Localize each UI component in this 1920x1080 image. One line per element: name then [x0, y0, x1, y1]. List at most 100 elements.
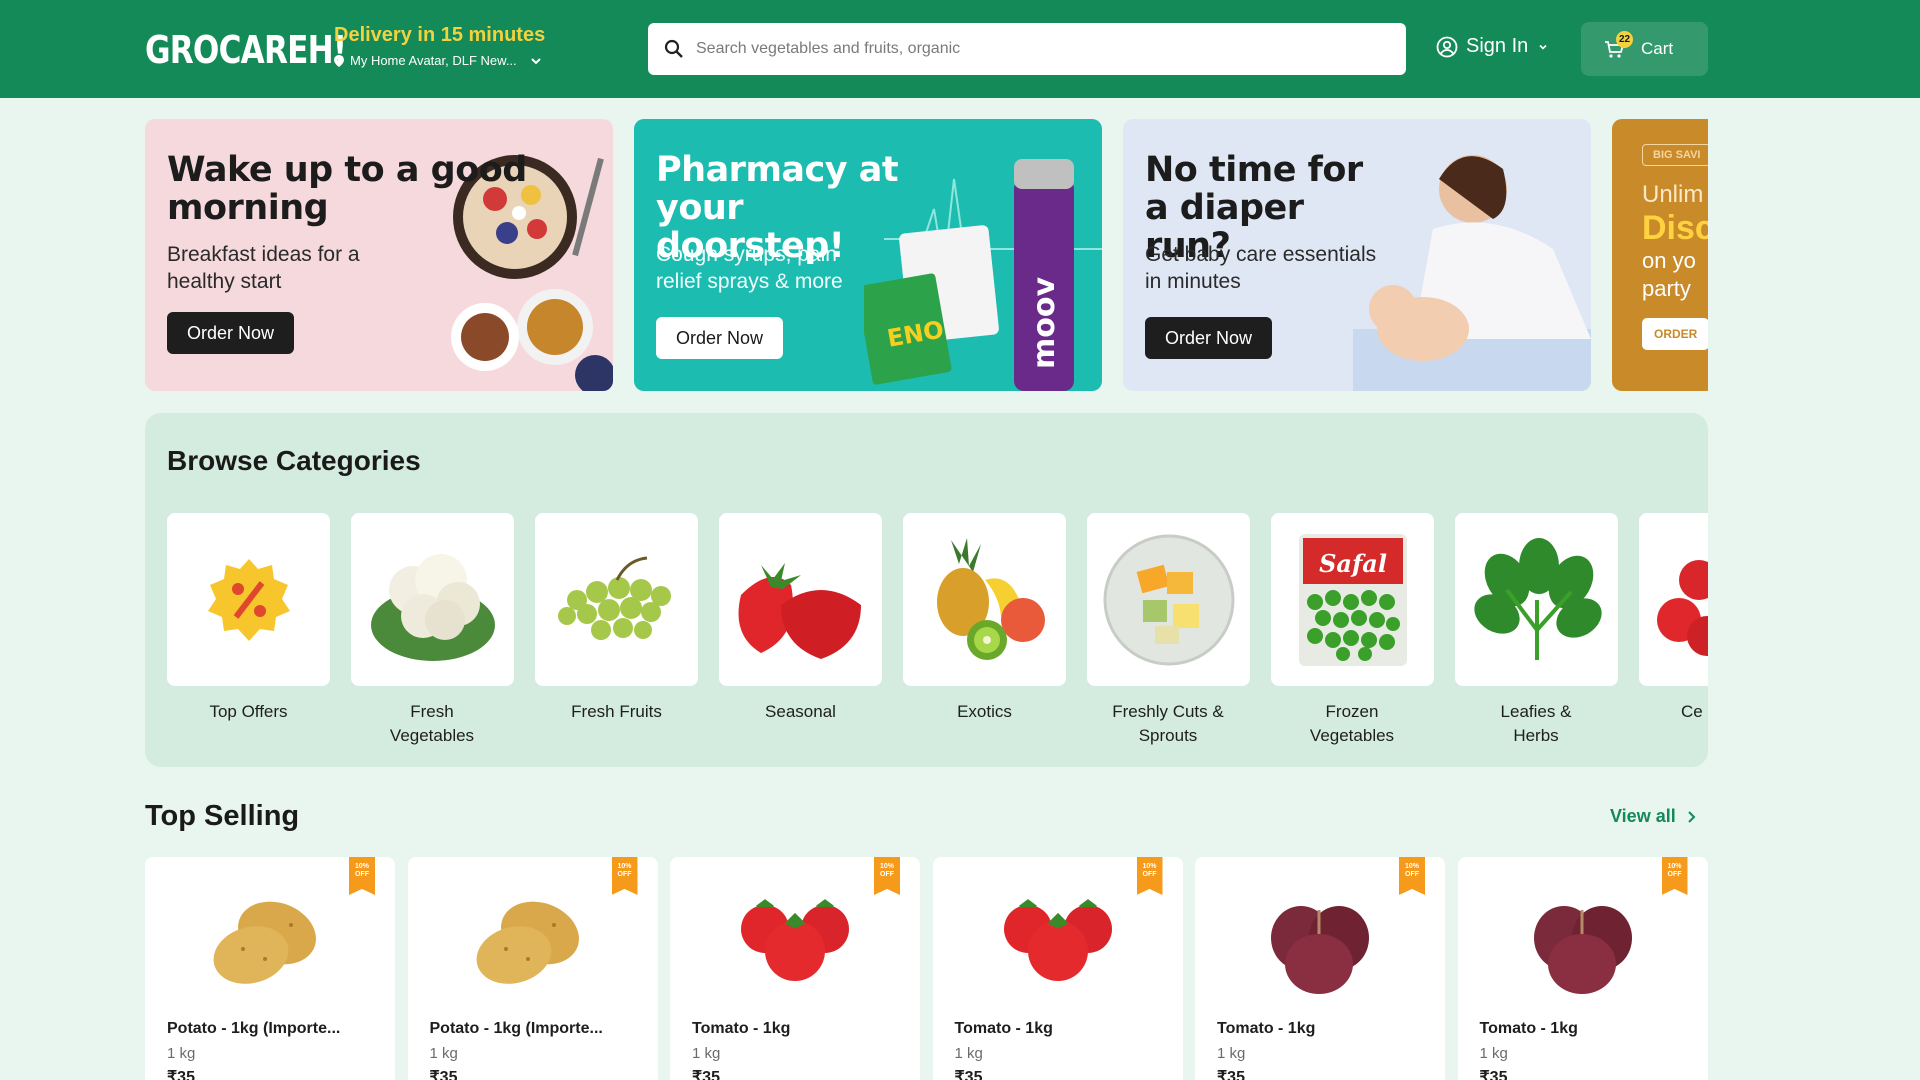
banner-party-discount[interactable]: BIG SAVI Unlim Disc on yo party ORDER — [1612, 119, 1708, 391]
banner-line: Unlim — [1642, 181, 1704, 208]
view-all-label: View all — [1610, 806, 1676, 826]
product-card[interactable]: 10% OFF Tomato - 1kg 1 kg ₹35 — [670, 857, 920, 1080]
category-label: Freshly Cuts & Sprouts — [1112, 702, 1224, 745]
svg-text:Safal: Safal — [1319, 549, 1387, 578]
category-seasonal[interactable]: Seasonal — [719, 513, 882, 724]
category-label: Fresh Fruits — [571, 702, 662, 721]
product-quantity: 1 kg — [429, 1045, 458, 1062]
percent-badge-icon — [207, 558, 290, 641]
product-quantity: 1 kg — [1217, 1045, 1246, 1062]
grapes-icon — [557, 556, 671, 640]
onion-image — [1458, 875, 1708, 1005]
product-quantity: 1 kg — [954, 1045, 983, 1062]
search-icon — [664, 39, 683, 58]
product-card[interactable]: 10% OFF Tomato - 1kg 1 kg ₹35 — [1457, 857, 1708, 1080]
category-top-offers[interactable]: Top Offers — [167, 513, 330, 724]
product-card[interactable]: 10% OFF Potato - 1kg (Importe... 1 kg ₹35 — [407, 857, 658, 1080]
product-price: ₹35 — [429, 1069, 458, 1080]
banner-title: Wake up to a good morning — [167, 150, 527, 228]
section-title: Browse Categories — [167, 445, 421, 476]
category-exotics[interactable]: Exotics — [903, 513, 1066, 724]
location-text: My Home Avatar, DLF New... — [350, 53, 517, 68]
product-price: ₹35 — [1479, 1069, 1508, 1080]
baby-care-image — [1353, 155, 1591, 391]
product-price: ₹35 — [167, 1069, 195, 1080]
chevron-down-icon — [1539, 44, 1547, 50]
banner-subtitle: Get baby care essentials in minutes — [1145, 243, 1377, 293]
category-label: Seasonal — [765, 702, 836, 721]
delivery-info[interactable]: Delivery in 15 minutes My Home Avatar, D… — [334, 24, 545, 68]
search-bar[interactable] — [648, 23, 1406, 75]
search-input[interactable] — [696, 40, 1376, 58]
product-name: Potato - 1kg (Importe... — [167, 1020, 341, 1037]
chevron-right-icon — [1688, 810, 1696, 823]
potato-image — [408, 875, 658, 1005]
exotic-fruits-icon — [936, 537, 1045, 660]
category-label: Leafies & Herbs — [1500, 702, 1572, 745]
banner-line: on yo party — [1642, 248, 1696, 301]
banner-subtitle: Cough syrups, pain relief sprays & more — [656, 243, 843, 293]
section-title: Top Selling — [145, 800, 300, 832]
order-now-button[interactable]: Order Now — [167, 312, 295, 354]
header: GROCAREH! Delivery in 15 minutes My Home… — [0, 0, 1920, 98]
order-now-button[interactable]: Order Now — [656, 317, 784, 359]
cart-button[interactable]: 22 Cart — [1581, 22, 1708, 76]
cart-icon: 22 — [1603, 31, 1634, 60]
order-now-button[interactable]: Order Now — [1145, 317, 1273, 359]
view-all-link[interactable]: View all — [1610, 806, 1696, 827]
logo[interactable]: GROCAREH! — [145, 28, 347, 72]
category-leafies-herbs[interactable]: Leafies & Herbs — [1455, 513, 1618, 748]
product-name: Potato - 1kg (Importe... — [429, 1020, 603, 1037]
browse-categories: Browse Categories Top Offers Fresh Veget… — [145, 413, 1708, 767]
category-label: Top Offers — [209, 702, 288, 721]
potato-image — [145, 875, 395, 1005]
product-price: ₹35 — [1217, 1069, 1245, 1080]
banner-breakfast[interactable]: Wake up to a good morning Breakfast idea… — [145, 119, 613, 391]
category-fresh-fruits[interactable]: Fresh Fruits — [535, 513, 698, 724]
product-quantity: 1 kg — [692, 1045, 721, 1062]
tomato-image — [670, 875, 920, 1005]
product-quantity: 1 kg — [167, 1045, 196, 1062]
strawberry-icon — [738, 562, 861, 659]
category-label: Fresh Vegetables — [389, 702, 475, 745]
sign-in-button[interactable]: Sign In — [1436, 35, 1548, 58]
cart-label: Cart — [1641, 39, 1674, 58]
product-name: Tomato - 1kg — [692, 1020, 791, 1037]
onion-image — [1195, 875, 1445, 1005]
category-frozen-vegetables[interactable]: Safal Frozen Vegetables — [1271, 513, 1434, 748]
category-fresh-vegetables[interactable]: Fresh Vegetables — [351, 513, 514, 748]
cauliflower-icon — [370, 553, 495, 661]
banner-line: Disc — [1642, 209, 1708, 247]
spinach-icon — [1473, 537, 1602, 660]
frozen-peas-pack-icon: Safal — [1298, 533, 1407, 666]
banner-subtitle: Breakfast ideas for a healthy start — [167, 243, 360, 293]
sign-in-label: Sign In — [1466, 35, 1529, 57]
chevron-down-icon — [530, 57, 541, 64]
product-card[interactable]: 10% OFF Potato - 1kg (Importe... 1 kg ₹35 — [145, 857, 395, 1080]
product-price: ₹35 — [692, 1069, 720, 1080]
category-label: Exotics — [957, 702, 1012, 721]
banner-tag: BIG SAVI — [1642, 144, 1708, 166]
delivery-title: Delivery in 15 minutes — [334, 24, 546, 46]
category-partial[interactable]: Ce Or — [1639, 513, 1708, 724]
product-price: ₹35 — [954, 1069, 983, 1080]
tomato-image — [933, 875, 1183, 1005]
product-card[interactable]: 10% OFF Tomato - 1kg 1 kg ₹35 — [1195, 857, 1445, 1080]
category-label: Ce Or — [1681, 702, 1708, 721]
order-button[interactable]: ORDER — [1642, 318, 1708, 350]
svg-text:moov: moov — [1027, 277, 1062, 369]
cart-count-badge: 22 — [1616, 31, 1634, 48]
product-name: Tomato - 1kg — [1479, 1020, 1578, 1037]
banner-baby-care[interactable]: No time for a diaper run? Get baby care … — [1123, 119, 1591, 391]
tomato-icon — [1657, 559, 1708, 656]
cut-fruit-bowl-icon — [1103, 534, 1234, 665]
category-freshly-cuts-sprouts[interactable]: Freshly Cuts & Sprouts — [1087, 513, 1250, 748]
banner-pharmacy[interactable]: ENO moov Pharmacy at your doorstep! Coug… — [634, 119, 1102, 391]
product-name: Tomato - 1kg — [954, 1020, 1053, 1037]
category-label: Frozen Vegetables — [1309, 702, 1395, 745]
product-name: Tomato - 1kg — [1217, 1020, 1316, 1037]
user-icon — [1436, 36, 1458, 57]
product-quantity: 1 kg — [1479, 1045, 1508, 1062]
location-selector[interactable]: My Home Avatar, DLF New... — [334, 53, 545, 68]
product-card[interactable]: 10% OFF Tomato - 1kg 1 kg ₹35 — [932, 857, 1183, 1080]
